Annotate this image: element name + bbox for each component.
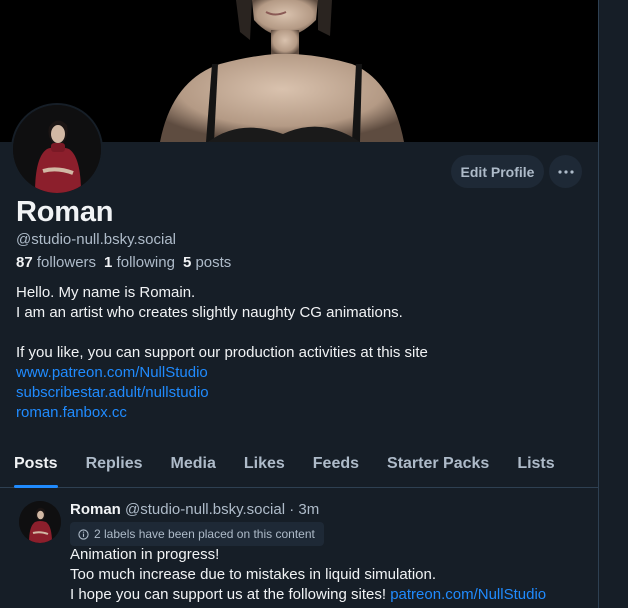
- post-author-name[interactable]: Roman: [70, 501, 121, 518]
- bio-line: If you like, you can support our product…: [16, 344, 428, 361]
- bio-link-subscribestar[interactable]: subscribestar.adult/nullstudio: [16, 383, 586, 403]
- content-labels-chip[interactable]: 2 labels have been placed on this conten…: [70, 522, 324, 546]
- content-labels-text: 2 labels have been placed on this conten…: [94, 527, 315, 541]
- more-options-button[interactable]: [549, 155, 582, 188]
- avatar-image: [13, 105, 101, 193]
- tab-posts[interactable]: Posts: [0, 440, 72, 488]
- posts-label: posts: [195, 254, 232, 271]
- tab-starter-packs[interactable]: Starter Packs: [373, 440, 503, 487]
- following-stat[interactable]: 1 following: [104, 254, 175, 271]
- post-body: Animation in progress! Too much increase…: [70, 545, 546, 605]
- post-link-patreon[interactable]: patreon.com/NullStudio: [390, 586, 546, 603]
- tab-lists[interactable]: Lists: [503, 440, 568, 487]
- posts-count: 5: [182, 254, 192, 271]
- bio-line: [16, 323, 586, 343]
- followers-label: followers: [36, 254, 97, 271]
- post-text-line: I hope you can support us at the followi…: [70, 586, 391, 603]
- followers-stat[interactable]: 87 followers: [16, 254, 96, 271]
- profile-column: Edit Profile Roman @studio-null.bsky.soc…: [0, 0, 599, 608]
- feed-post[interactable]: Roman @studio-null.bsky.social · 3m 2 la…: [0, 489, 598, 608]
- profile-display-name: Roman: [16, 196, 114, 228]
- bio-line: I am an artist who creates slightly naug…: [16, 304, 403, 321]
- post-separator: ·: [289, 501, 295, 518]
- profile-stats: 87 followers 1 following 5 posts: [16, 254, 231, 271]
- bio-link-patreon[interactable]: www.patreon.com/NullStudio: [16, 363, 586, 383]
- post-text-line: Too much increase due to mistakes in liq…: [70, 566, 437, 583]
- bio-link-fanbox[interactable]: roman.fanbox.cc: [16, 403, 586, 423]
- post-text-line-with-link: I hope you can support us at the followi…: [70, 585, 546, 605]
- profile-bio: Hello. My name is Romain. I am an artist…: [16, 283, 586, 423]
- info-icon: [78, 528, 89, 540]
- profile-handle: @studio-null.bsky.social: [16, 231, 177, 248]
- ellipsis-icon: [557, 169, 574, 174]
- post-header: Roman @studio-null.bsky.social · 3m: [70, 501, 319, 518]
- tab-likes[interactable]: Likes: [230, 440, 299, 487]
- following-label: following: [116, 254, 175, 271]
- bio-line: Hello. My name is Romain.: [16, 284, 196, 301]
- tab-replies[interactable]: Replies: [72, 440, 157, 487]
- profile-tabs: Posts Replies Media Likes Feeds Starter …: [0, 440, 598, 488]
- post-time[interactable]: 3m: [298, 501, 319, 518]
- posts-stat: 5 posts: [183, 254, 231, 271]
- following-count: 1: [104, 254, 113, 271]
- post-author-avatar[interactable]: [19, 501, 61, 543]
- profile-avatar[interactable]: [11, 103, 103, 195]
- edit-profile-button[interactable]: Edit Profile: [451, 155, 544, 188]
- tab-feeds[interactable]: Feeds: [299, 440, 373, 487]
- tab-media[interactable]: Media: [157, 440, 230, 487]
- post-text-line: Animation in progress!: [70, 546, 220, 563]
- followers-count: 87: [16, 254, 33, 271]
- post-author-handle[interactable]: @studio-null.bsky.social: [125, 501, 285, 518]
